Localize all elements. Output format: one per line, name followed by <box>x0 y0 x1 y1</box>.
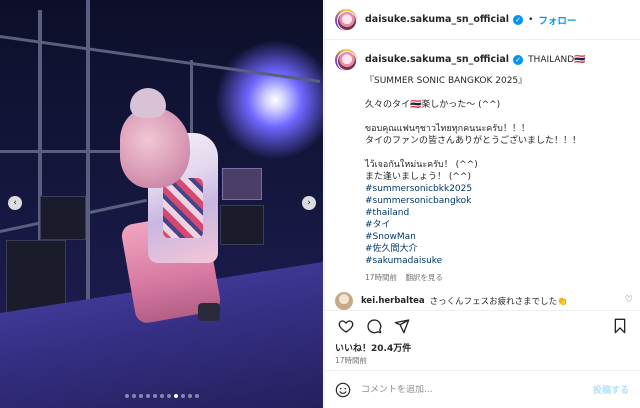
carousel-dot <box>138 394 143 398</box>
verified-badge-icon: ✓ <box>513 14 524 25</box>
equipment-case <box>40 196 86 240</box>
carousel-dot <box>194 394 199 398</box>
commenter-avatar[interactable] <box>335 292 353 310</box>
hashtag-link[interactable]: #sakumadaisuke <box>365 255 631 267</box>
heart-icon <box>338 319 354 333</box>
hashtag-link[interactable]: #summersonicbangkok <box>365 195 631 207</box>
monitor <box>222 168 262 200</box>
hashtag-link[interactable]: #summersonicbkk2025 <box>365 183 631 195</box>
caption-line: また逢いましょう！ (^^) <box>365 172 471 182</box>
carousel-dot <box>131 394 136 398</box>
separator: • <box>528 14 534 25</box>
coat-pattern <box>163 178 203 238</box>
carousel-dot <box>124 394 129 398</box>
carousel-dot <box>187 394 192 398</box>
post-comment-button[interactable]: 投稿する <box>593 383 629 396</box>
hashtag-link[interactable]: #thailand <box>365 207 631 219</box>
post-sidebar: daisuke.sakuma_sn_official ✓ • フォロー dais… <box>324 0 640 408</box>
caption-line: 久々のタイ🇹🇭楽しかった〜 (^^) <box>365 100 501 110</box>
caption-section: daisuke.sakuma_sn_official ✓ THAILAND🇹🇭 … <box>325 41 640 286</box>
caption-line: 『SUMMER SONIC BANGKOK 2025』 <box>365 76 528 86</box>
like-count[interactable]: いいね！20.4万件 <box>335 341 411 354</box>
hashtag-link[interactable]: #佐久間大介 <box>365 243 631 255</box>
caption-line <box>365 87 631 99</box>
instagram-post: ‹ › daisuke.sakuma_sn_official ✓ • フォロー … <box>0 0 640 408</box>
performer-boot <box>198 303 220 321</box>
avatar[interactable] <box>335 8 357 31</box>
comment-row: kei.herbaltea さっくんフェスお疲れさまでした👏 ♡ <box>335 292 635 310</box>
comment-bar: 投稿する <box>325 370 640 408</box>
carousel-prev-button[interactable]: ‹ <box>8 196 22 210</box>
caption-line: ขอบคุณแฟนๆชาวไทยทุกคนนะครับ！！！ <box>365 124 530 134</box>
caption-line <box>365 147 631 159</box>
caption-line: タイのファンの皆さんありがとうございました！！！ <box>365 136 582 146</box>
comment-icon <box>367 318 382 333</box>
action-bar <box>325 310 640 340</box>
caption-line: ไว้เจอกันใหม่นะครับ！ (^^) <box>365 160 478 170</box>
performer <box>118 88 228 325</box>
post-time: 17時間前 <box>335 356 368 365</box>
chevron-left-icon: ‹ <box>13 197 17 208</box>
comment-input[interactable] <box>361 384 561 395</box>
carousel-dot <box>180 394 185 398</box>
smiley-icon[interactable] <box>335 382 351 398</box>
caption-avatar[interactable] <box>335 49 357 71</box>
caption-meta: 17時間前 翻訳を見る <box>365 272 631 284</box>
carousel-indicator <box>0 394 323 398</box>
post-header: daisuke.sakuma_sn_official ✓ • フォロー <box>325 0 640 40</box>
stage-light <box>215 40 323 160</box>
caption-time: 17時間前 <box>365 273 398 282</box>
carousel-dot <box>152 394 157 398</box>
performer-hair <box>130 88 166 118</box>
hashtag-link[interactable]: #タイ <box>365 219 631 231</box>
follow-button[interactable]: フォロー <box>538 13 576 27</box>
fur-collar <box>120 108 190 188</box>
caption-username-link[interactable]: daisuke.sakuma_sn_official <box>365 54 509 66</box>
carousel-dot <box>166 394 171 398</box>
carousel-dot <box>159 394 164 398</box>
comment-button[interactable] <box>363 315 385 337</box>
hashtag-link[interactable]: #SnowMan <box>365 231 631 243</box>
bookmark-icon <box>614 318 626 333</box>
post-photo[interactable]: ‹ › <box>0 0 323 408</box>
save-button[interactable] <box>609 315 631 337</box>
translate-link[interactable]: 翻訳を見る <box>405 273 443 282</box>
carousel-dot <box>173 394 178 398</box>
caption-line <box>365 111 631 123</box>
carousel-dot <box>145 394 150 398</box>
share-button[interactable] <box>391 315 413 337</box>
caption-text: 『SUMMER SONIC BANGKOK 2025』 久々のタイ🇹🇭楽しかった〜… <box>365 75 631 183</box>
commenter-username[interactable]: kei.herbaltea <box>361 296 425 306</box>
username-link[interactable]: daisuke.sakuma_sn_official <box>365 14 509 25</box>
like-button[interactable] <box>335 315 357 337</box>
comment-text: さっくんフェスお疲れさまでした👏 <box>429 297 568 307</box>
small-heart-icon[interactable]: ♡ <box>625 295 633 305</box>
carousel-next-button[interactable]: › <box>302 196 316 210</box>
location-link[interactable]: THAILAND🇹🇭 <box>528 54 585 66</box>
hashtag-list: #summersonicbkk2025 #summersonicbangkok #t… <box>365 183 631 267</box>
share-icon <box>394 318 410 333</box>
chevron-right-icon: › <box>307 197 311 208</box>
verified-badge-icon: ✓ <box>513 55 524 65</box>
